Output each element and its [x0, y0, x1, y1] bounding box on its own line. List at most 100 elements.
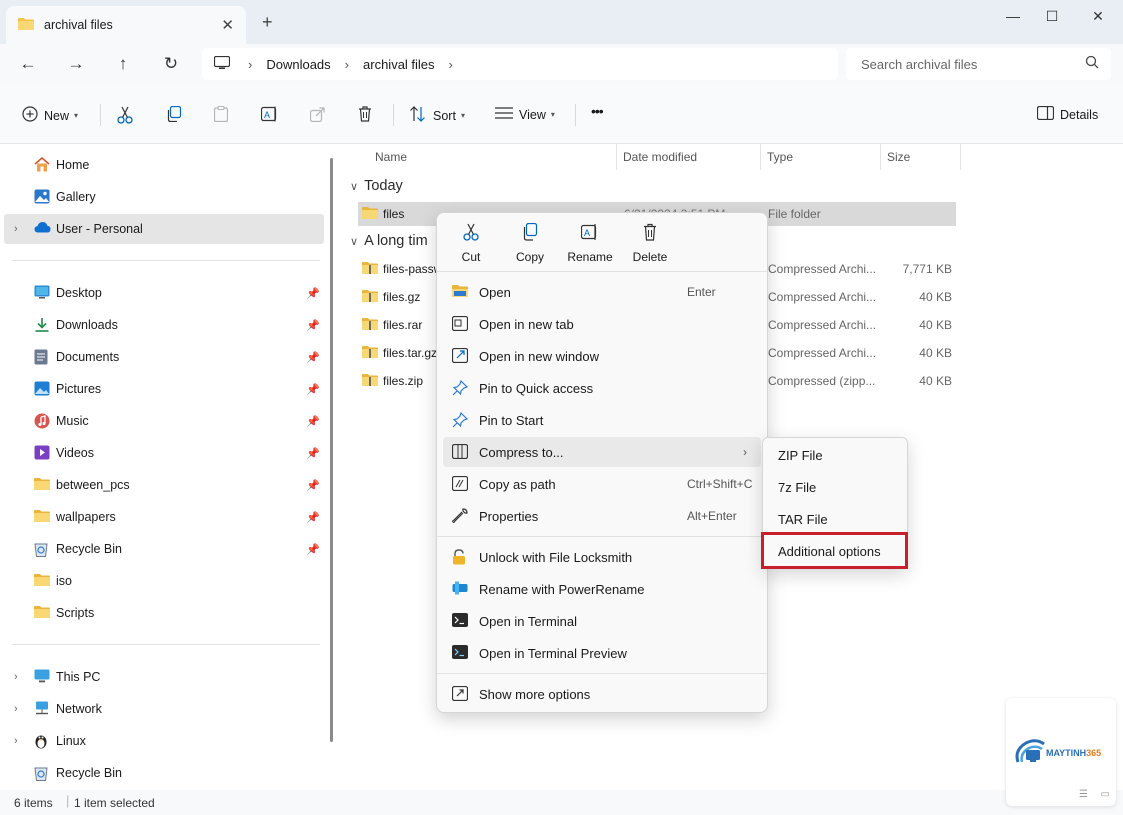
- column-header-size[interactable]: Size: [887, 150, 910, 172]
- submenu-item-7z[interactable]: 7z File: [767, 472, 903, 502]
- up-button[interactable]: ↑: [112, 54, 134, 74]
- pin-icon[interactable]: 📌: [306, 383, 320, 396]
- menu-item-open[interactable]: Open Enter: [443, 277, 761, 307]
- column-header-date[interactable]: Date modified: [623, 150, 697, 172]
- sidebar-item-linux[interactable]: › Linux: [0, 726, 326, 756]
- file-name: files.zip: [383, 374, 424, 388]
- column-header-name[interactable]: Name: [375, 150, 407, 172]
- list-view-icon[interactable]: ☰: [1079, 789, 1088, 800]
- pin-icon[interactable]: 📌: [306, 415, 320, 428]
- details-button[interactable]: Details: [1036, 105, 1098, 123]
- sidebar-item-this-pc[interactable]: › This PC: [0, 662, 326, 692]
- menu-item-copy-as-path[interactable]: Copy as path Ctrl+Shift+C: [443, 469, 761, 499]
- address-bar[interactable]: › Downloads › archival files ›: [202, 48, 838, 80]
- sidebar-item-home[interactable]: Home: [0, 150, 326, 180]
- menu-item-pin-quick-access[interactable]: Pin to Quick access: [443, 373, 761, 403]
- column-divider[interactable]: [760, 144, 761, 170]
- pin-icon[interactable]: 📌: [306, 287, 320, 300]
- more-options-button[interactable]: •••: [591, 103, 604, 119]
- menu-item-pin-start[interactable]: Pin to Start: [443, 405, 761, 435]
- chevron-right-icon[interactable]: ›: [14, 735, 18, 747]
- tab-archival-files[interactable]: archival files ✕: [6, 6, 246, 44]
- column-divider[interactable]: [960, 144, 961, 170]
- breadcrumb-separator-icon[interactable]: ›: [449, 57, 453, 72]
- pin-icon[interactable]: 📌: [306, 543, 320, 556]
- menu-item-compress-to[interactable]: Compress to... ›: [443, 437, 761, 467]
- chevron-right-icon[interactable]: ›: [14, 671, 18, 683]
- sidebar-item-gallery[interactable]: Gallery: [0, 182, 326, 212]
- gallery-icon: [34, 189, 50, 207]
- new-tab-button[interactable]: +: [262, 12, 273, 33]
- sidebar-item-downloads[interactable]: Downloads 📌: [0, 310, 326, 340]
- sidebar-item-wallpapers[interactable]: wallpapers 📌: [0, 502, 326, 532]
- menu-item-open-new-tab[interactable]: Open in new tab: [443, 309, 761, 339]
- sidebar-item-iso[interactable]: iso: [0, 566, 326, 596]
- menu-item-label: Compress to...: [479, 444, 564, 460]
- sort-button[interactable]: Sort ▾: [409, 106, 465, 125]
- sidebar-item-desktop[interactable]: Desktop 📌: [0, 278, 326, 308]
- sidebar-item-documents[interactable]: Documents 📌: [0, 342, 326, 372]
- logo-brand-text: MAYTINH365: [1046, 748, 1101, 758]
- new-button[interactable]: New ▾: [22, 106, 78, 125]
- context-copy-button[interactable]: Copy: [499, 222, 561, 264]
- copy-button[interactable]: [166, 105, 182, 125]
- sidebar-scrollbar[interactable]: [330, 158, 333, 742]
- share-button[interactable]: [309, 106, 326, 125]
- refresh-button[interactable]: ↻: [160, 54, 182, 74]
- breadcrumb-archival-files[interactable]: archival files: [363, 57, 435, 72]
- close-tab-icon[interactable]: ✕: [221, 16, 234, 34]
- rename-button[interactable]: A: [260, 106, 279, 125]
- tile-view-icon[interactable]: ▭: [1101, 789, 1110, 800]
- column-header-type[interactable]: Type: [767, 150, 793, 172]
- back-button[interactable]: ←: [17, 54, 39, 74]
- minimize-button[interactable]: —: [1003, 8, 1023, 24]
- pin-icon[interactable]: 📌: [306, 351, 320, 364]
- context-cut-button[interactable]: Cut: [440, 223, 502, 264]
- menu-item-properties[interactable]: Properties Alt+Enter: [443, 501, 761, 531]
- sidebar-item-recycle-bin-bottom[interactable]: Recycle Bin: [0, 758, 326, 788]
- delete-button[interactable]: [358, 106, 372, 125]
- maximize-button[interactable]: ☐: [1042, 8, 1062, 25]
- sidebar-item-between-pcs[interactable]: between_pcs 📌: [0, 470, 326, 500]
- chevron-right-icon[interactable]: ›: [14, 703, 18, 715]
- sidebar-item-pictures[interactable]: Pictures 📌: [0, 374, 326, 404]
- sidebar-item-label: Desktop: [56, 286, 102, 300]
- sidebar-item-videos[interactable]: Videos 📌: [0, 438, 326, 468]
- pin-icon[interactable]: 📌: [306, 447, 320, 460]
- menu-item-open-new-window[interactable]: Open in new window: [443, 341, 761, 371]
- column-divider[interactable]: [616, 144, 617, 170]
- terminal-icon: [452, 613, 468, 630]
- column-divider[interactable]: [880, 144, 881, 170]
- menu-item-power-rename[interactable]: Rename with PowerRename: [443, 574, 761, 604]
- sidebar-item-scripts[interactable]: Scripts: [0, 598, 326, 628]
- chevron-right-icon[interactable]: ›: [14, 223, 18, 235]
- sidebar-item-music[interactable]: Music 📌: [0, 406, 326, 436]
- sidebar-item-network[interactable]: › Network: [0, 694, 326, 724]
- file-size: 40 KB: [919, 290, 952, 304]
- forward-button[interactable]: →: [65, 54, 87, 74]
- context-rename-button[interactable]: A Rename: [559, 223, 621, 264]
- menu-item-show-more-options[interactable]: Show more options: [443, 679, 761, 709]
- context-delete-button[interactable]: Delete: [619, 223, 681, 264]
- view-button[interactable]: View ▾: [495, 106, 555, 123]
- breadcrumb-downloads[interactable]: Downloads: [266, 57, 330, 72]
- paste-button[interactable]: [213, 105, 229, 125]
- sidebar-item-recycle-bin[interactable]: Recycle Bin 📌: [0, 534, 326, 564]
- group-header-today[interactable]: ∨ Today: [350, 178, 403, 194]
- pin-icon[interactable]: 📌: [306, 319, 320, 332]
- cut-button[interactable]: [117, 106, 133, 127]
- pin-icon[interactable]: 📌: [306, 479, 320, 492]
- submenu-item-zip[interactable]: ZIP File: [767, 440, 903, 470]
- menu-item-file-locksmith[interactable]: Unlock with File Locksmith: [443, 542, 761, 572]
- watermark-logo: MAYTINH365 ☰ ▭: [1006, 698, 1116, 806]
- delete-icon: [358, 106, 372, 125]
- search-input[interactable]: Search archival files: [846, 48, 1111, 80]
- menu-item-open-terminal[interactable]: Open in Terminal: [443, 606, 761, 636]
- group-header-long-ago[interactable]: ∨ A long tim: [350, 233, 428, 249]
- pin-icon[interactable]: 📌: [306, 511, 320, 524]
- close-window-button[interactable]: ✕: [1088, 8, 1108, 25]
- menu-item-open-terminal-preview[interactable]: Open in Terminal Preview: [443, 638, 761, 668]
- linux-icon: [34, 733, 48, 752]
- sidebar-item-user-personal[interactable]: › User - Personal: [4, 214, 324, 244]
- submenu-item-tar[interactable]: TAR File: [767, 504, 903, 534]
